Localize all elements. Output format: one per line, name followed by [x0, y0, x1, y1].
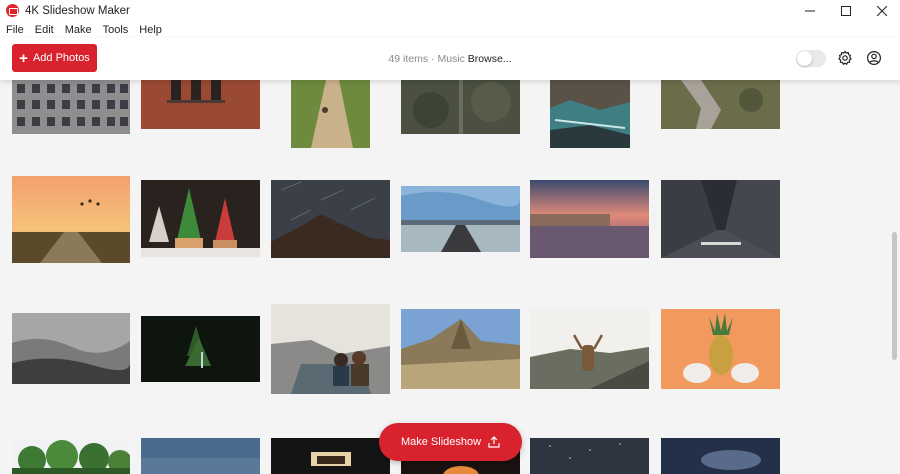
photo-thumbnail-aerial-stream-rocks[interactable] — [661, 80, 780, 129]
items-count: 49 items — [388, 53, 429, 65]
menu-make[interactable]: Make — [65, 24, 92, 36]
maximize-icon[interactable] — [828, 0, 864, 21]
account-icon[interactable] — [866, 50, 882, 66]
menu-tools[interactable]: Tools — [103, 24, 129, 36]
photo-thumbnail-lit-window-night[interactable] — [271, 438, 390, 474]
photo-thumbnail-couple-canyon-lake[interactable] — [271, 304, 390, 394]
photo-thumbnail-dark-clouds[interactable] — [661, 438, 780, 474]
photo-thumbnail-pineapple-toys-orange[interactable] — [661, 309, 780, 389]
upload-icon — [488, 436, 500, 448]
photo-thumbnail-rocky-river[interactable] — [550, 80, 630, 148]
menu-help[interactable]: Help — [139, 24, 162, 36]
menu-edit[interactable]: Edit — [35, 24, 54, 36]
gear-icon[interactable] — [837, 50, 853, 66]
photo-thumbnail-green-trees[interactable] — [12, 438, 130, 474]
photo-thumbnail-dirt-path-walker[interactable] — [291, 80, 370, 148]
scrollbar-thumb[interactable] — [892, 232, 897, 360]
photo-thumbnail-blue-sky[interactable] — [141, 438, 260, 474]
menu-bar: File Edit Make Tools Help — [0, 21, 900, 38]
photo-thumbnail-starry-night-trees[interactable] — [530, 438, 649, 474]
minimize-icon[interactable] — [792, 0, 828, 21]
window-title: 4K Slideshow Maker — [25, 4, 130, 17]
make-slideshow-button[interactable]: Make Slideshow — [379, 423, 522, 461]
vertical-scrollbar[interactable] — [888, 80, 900, 474]
music-label: Music — [437, 53, 465, 65]
photo-thumbnail-coastal-road-horizon[interactable] — [401, 186, 520, 252]
menu-file[interactable]: File — [6, 24, 24, 36]
toolbar: + Add Photos 49 items · Music Browse... — [0, 38, 900, 80]
app-window: 4K Slideshow Maker File Edit Make Tools … — [0, 0, 900, 474]
photo-thumbnail-aerial-forest-road[interactable] — [401, 80, 520, 134]
photo-thumbnail-mountain-valley-aerial[interactable] — [401, 309, 520, 389]
photo-thumbnail-building-windows[interactable] — [12, 80, 130, 134]
separator-dot: · — [431, 53, 435, 65]
photo-thumbnail-dark-forest-waterfall[interactable] — [141, 316, 260, 382]
photo-thumbnail-star-trails-rock[interactable] — [271, 180, 390, 258]
photo-grid — [0, 80, 888, 474]
toggle-switch[interactable] — [796, 50, 826, 67]
make-slideshow-label: Make Slideshow — [400, 436, 482, 448]
title-bar: 4K Slideshow Maker — [0, 0, 900, 21]
photo-thumbnail-city-street-only-left[interactable] — [661, 180, 780, 258]
toggle-knob — [797, 51, 812, 66]
window-controls — [792, 0, 900, 21]
photo-thumbnail-misty-forest-hills[interactable] — [12, 313, 130, 384]
close-icon[interactable] — [864, 0, 900, 21]
status-info: 49 items · Music Browse... — [0, 53, 900, 65]
photo-thumbnail-river-city-sunset[interactable] — [530, 180, 649, 258]
music-browse-link[interactable]: Browse... — [468, 53, 512, 65]
photo-thumbnail-woman-cliff-arms-raised[interactable] — [530, 309, 649, 389]
app-logo-icon — [6, 4, 19, 17]
photo-thumbnail-brick-wall-windows[interactable] — [141, 80, 260, 129]
photo-thumbnail-christmas-cupcakes[interactable] — [141, 180, 260, 257]
photo-thumbnail-sunset-road-birds[interactable] — [12, 176, 130, 263]
